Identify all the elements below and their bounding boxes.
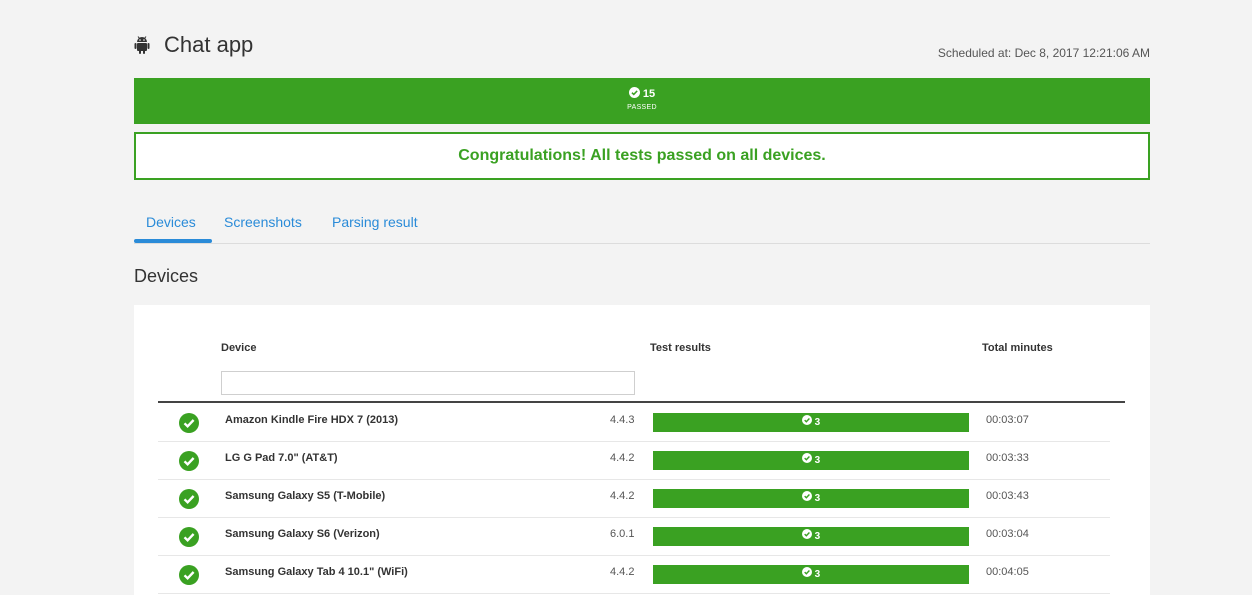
check-circle-icon [801,413,812,432]
table-row[interactable]: Samsung Galaxy S6 (Verizon) 6.0.1 3 00:0… [158,517,1110,556]
check-circle-icon [179,451,199,471]
device-name[interactable]: LG G Pad 7.0" (AT&T) [225,452,338,464]
test-result-bar[interactable]: 3 [653,451,969,470]
table-row[interactable]: LG G Pad 7.0" (AT&T) 4.4.2 3 00:03:33 [158,441,1110,480]
tab-parsing-result[interactable]: Parsing result [332,214,418,230]
passed-count: 3 [814,569,821,581]
total-minutes: 00:03:43 [986,490,1029,502]
summary-count-value: 15 [642,87,656,100]
total-minutes: 00:04:05 [986,566,1029,578]
android-icon [134,35,150,55]
app-title: Chat app [164,32,254,57]
section-title: Devices [134,266,199,286]
os-version: 4.4.2 [610,566,635,578]
check-circle-icon [179,413,199,433]
passed-count: 3 [814,531,821,543]
table-row[interactable]: Samsung Galaxy S5 (T-Mobile) 4.4.2 3 00:… [158,479,1110,518]
congrats-banner: Congratulations! All tests passed on all… [134,132,1150,180]
os-version: 4.4.3 [610,414,635,426]
os-version: 4.4.2 [610,490,635,502]
total-minutes: 00:03:33 [986,452,1029,464]
summary-label: PASSED [627,104,657,111]
os-version: 6.0.1 [610,528,635,540]
table-row[interactable]: Amazon Kindle Fire HDX 7 (2013) 4.4.3 3 … [158,403,1110,442]
tab-screenshots[interactable]: Screenshots [224,214,302,230]
summary-count: 15 [134,87,1150,101]
check-circle-icon [801,451,812,470]
column-header-total-minutes: Total minutes [982,342,1053,354]
report-header: Chat app Scheduled at: Dec 8, 2017 12:21… [134,30,1150,66]
device-name[interactable]: Samsung Galaxy Tab 4 10.1" (WiFi) [225,566,408,578]
device-name[interactable]: Samsung Galaxy S6 (Verizon) [225,528,380,540]
device-name[interactable]: Amazon Kindle Fire HDX 7 (2013) [225,414,398,426]
device-filter-input[interactable] [221,371,635,395]
check-circle-icon [801,565,812,584]
passed-count: 3 [814,455,821,467]
test-result-bar[interactable]: 3 [653,413,969,432]
check-circle-icon [801,527,812,546]
test-result-bar[interactable]: 3 [653,527,969,546]
column-header-test-results: Test results [650,342,711,354]
test-result-bar[interactable]: 3 [653,489,969,508]
check-circle-icon [801,489,812,508]
tab-bar: Devices Screenshots Parsing result [134,203,1150,244]
tab-devices[interactable]: Devices [146,214,196,230]
check-circle-icon [179,527,199,547]
total-minutes: 00:03:04 [986,528,1029,540]
active-tab-indicator [134,239,212,243]
total-minutes: 00:03:07 [986,414,1029,426]
os-version: 4.4.2 [610,452,635,464]
summary-bar: 15 PASSED [134,78,1150,124]
scheduled-time: Scheduled at: Dec 8, 2017 12:21:06 AM [937,46,1150,60]
check-circle-icon [179,489,199,509]
check-circle-icon [628,87,640,101]
devices-table: Device Test results Total minutes Amazon… [134,305,1150,595]
device-name[interactable]: Samsung Galaxy S5 (T-Mobile) [225,490,385,502]
passed-count: 3 [814,493,821,505]
passed-count: 3 [814,417,821,429]
column-header-device: Device [221,342,257,354]
test-result-bar[interactable]: 3 [653,565,969,584]
table-row[interactable]: Samsung Galaxy Tab 4 10.1" (WiFi) 4.4.2 … [158,555,1110,594]
check-circle-icon [179,565,199,585]
